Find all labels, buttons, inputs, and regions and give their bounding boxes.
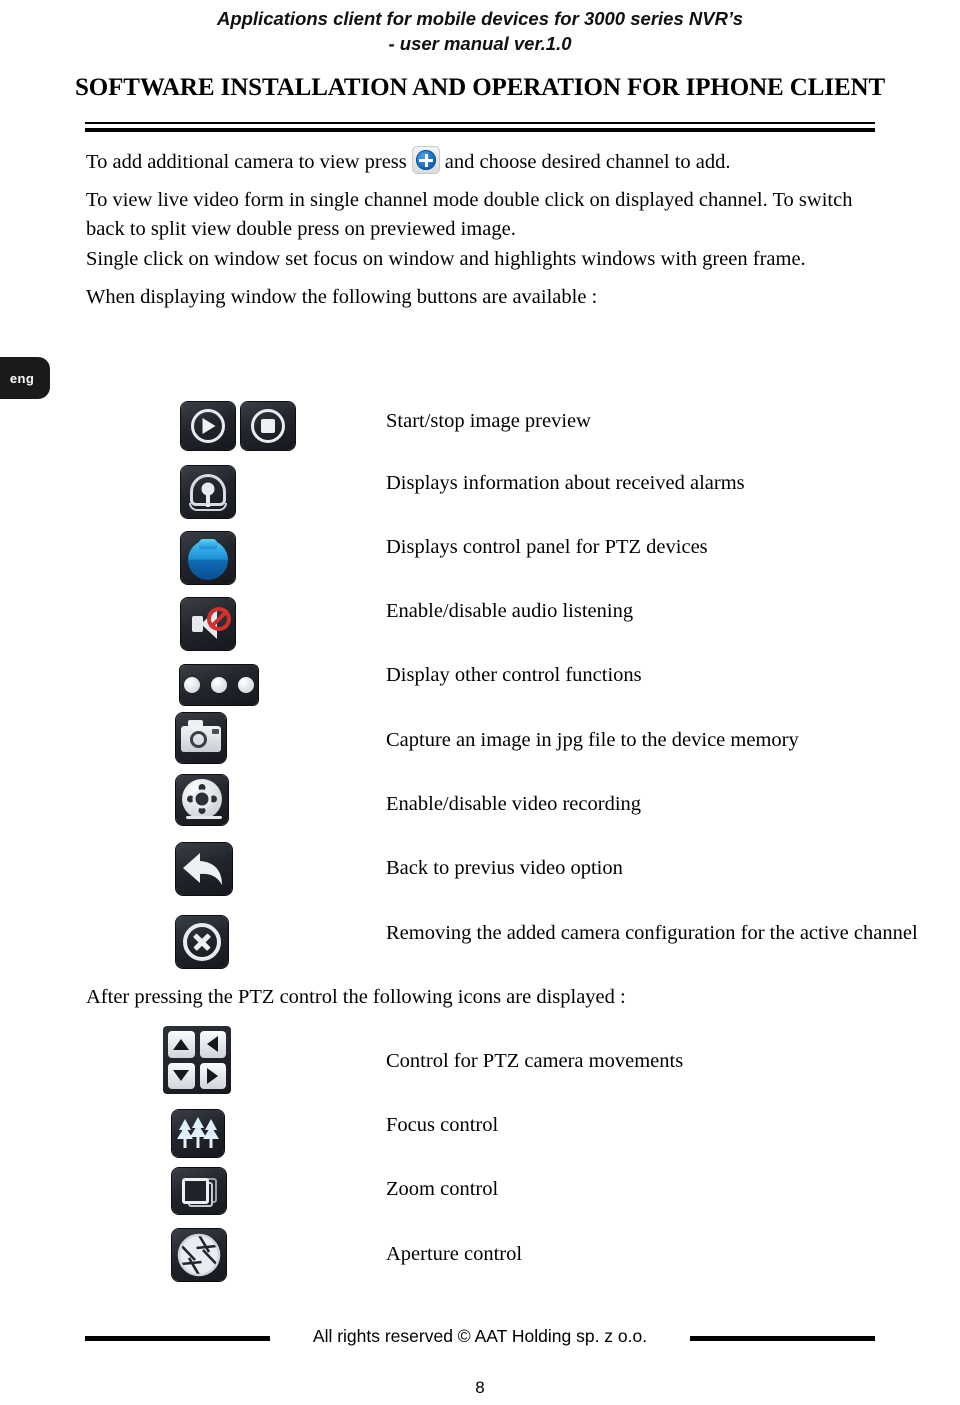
label-focus: Focus control bbox=[386, 1114, 499, 1136]
header-line-2: - user manual ver.1.0 bbox=[388, 33, 572, 54]
paragraph-live-view: To view live video form in single channe… bbox=[86, 189, 853, 240]
header-line-1: Applications client for mobile devices f… bbox=[216, 8, 744, 29]
video-reel-icon bbox=[176, 775, 228, 825]
back-arrow-icon bbox=[176, 843, 232, 895]
dpad-up-key bbox=[168, 1031, 195, 1058]
paragraph-add-camera: To add additional camera to view press an… bbox=[86, 146, 876, 177]
dpad-right-key bbox=[199, 1062, 226, 1089]
label-remove-camera: Removing the added camera configuration … bbox=[386, 922, 918, 944]
ptz-dome-camera-icon bbox=[181, 532, 235, 584]
label-audio: Enable/disable audio listening bbox=[386, 600, 634, 622]
dpad-down-key bbox=[168, 1062, 195, 1089]
title-rule-thin bbox=[85, 122, 875, 124]
label-capture: Capture an image in jpg file to the devi… bbox=[386, 729, 799, 751]
add-plus-icon bbox=[411, 146, 440, 174]
stop-icon bbox=[241, 402, 295, 450]
play-icon bbox=[181, 402, 235, 450]
language-tab-eng: eng bbox=[0, 357, 50, 399]
page-number: 8 bbox=[475, 1378, 485, 1397]
circle-x-icon bbox=[176, 916, 228, 968]
dpad-left-key bbox=[199, 1031, 226, 1058]
title-rule-thick bbox=[85, 128, 875, 132]
aperture-icon bbox=[172, 1229, 226, 1281]
label-aperture: Aperture control bbox=[386, 1243, 523, 1265]
dpad-arrows-icon bbox=[163, 1026, 231, 1094]
label-ptz-panel: Displays control panel for PTZ devices bbox=[386, 536, 708, 558]
document-header: Applications client for mobile devices f… bbox=[0, 6, 960, 56]
paragraph-add-camera-after: and choose desired channel to add. bbox=[444, 151, 731, 173]
page-title: SOFTWARE INSTALLATION AND OPERATION FOR … bbox=[74, 74, 886, 101]
paragraph-buttons-intro: When displaying window the following but… bbox=[86, 286, 598, 308]
paragraph-add-camera-before: To add additional camera to view press bbox=[86, 151, 407, 173]
paragraph-single-click: Single click on window set focus on wind… bbox=[86, 248, 806, 270]
label-ptz-movement: Control for PTZ camera movements bbox=[386, 1050, 684, 1072]
focus-trees-icon bbox=[172, 1110, 224, 1157]
zoom-squares-icon bbox=[172, 1168, 226, 1214]
label-alarms: Displays information about received alar… bbox=[386, 472, 745, 494]
three-dots-icon bbox=[180, 665, 258, 705]
label-start-stop: Start/stop image preview bbox=[386, 410, 591, 432]
label-record: Enable/disable video recording bbox=[386, 793, 642, 815]
label-back: Back to previus video option bbox=[386, 857, 623, 879]
label-zoom: Zoom control bbox=[386, 1178, 499, 1200]
label-other-functions: Display other control functions bbox=[386, 664, 642, 686]
footer-copyright: All rights reserved © AAT Holding sp. z … bbox=[312, 1326, 648, 1346]
audio-mute-icon bbox=[181, 598, 235, 650]
photo-camera-icon bbox=[176, 713, 226, 763]
alarm-bell-icon bbox=[181, 466, 235, 518]
paragraph-ptz-intro: After pressing the PTZ control the follo… bbox=[86, 986, 626, 1008]
